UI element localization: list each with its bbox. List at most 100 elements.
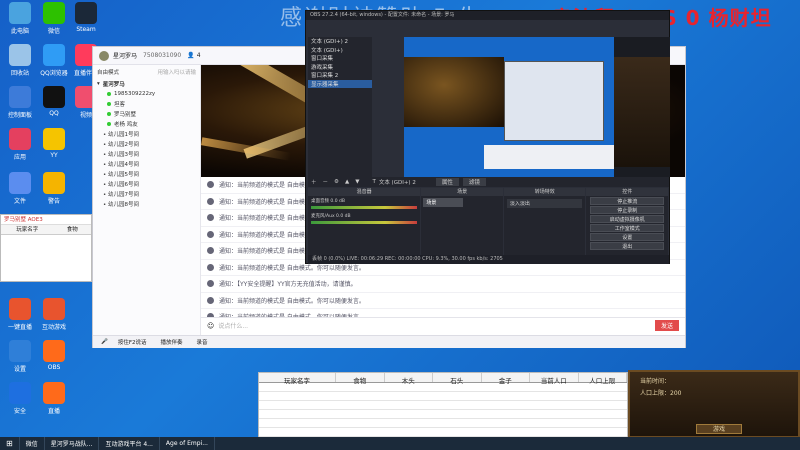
taskbar: ⊞ 微信 星河罗马战队... 互动游戏平台 4... Age of Empi...: [0, 437, 800, 450]
desktop-icon[interactable]: 控制面板: [2, 86, 38, 119]
mixer-track[interactable]: 麦克风/Aux 0.0 dB: [308, 211, 420, 226]
game-line: 当前时间：: [640, 378, 671, 385]
qq-icon: [43, 86, 65, 108]
obs-control-button[interactable]: 停止录制: [590, 206, 665, 214]
chat-input[interactable]: 说点什么...: [218, 321, 655, 330]
member-item[interactable]: 1985309222zy: [93, 89, 200, 99]
chat-input-area: ☺ 说点什么... 发送: [201, 317, 685, 333]
spreadsheet-header-cell: 石头: [433, 373, 482, 385]
bottom-spreadsheet: 玩家名字 食物 木头 石头 金子 当前人口 人口上限: [258, 372, 628, 438]
desktop-icon[interactable]: 应用: [2, 128, 38, 161]
subchannel-item[interactable]: • 幼儿园2号间: [93, 139, 200, 149]
obs-scene-item[interactable]: 文本 (GDI+): [308, 46, 372, 55]
down-icon[interactable]: ▼: [355, 179, 359, 185]
transition-select[interactable]: 淡入淡出: [506, 199, 583, 208]
subchannel-item[interactable]: • 幼儿园7号间: [93, 189, 200, 199]
filters-button[interactable]: 滤镜: [462, 178, 486, 186]
member-item[interactable]: 老杨 鸡友: [93, 119, 200, 129]
yy-icon: [43, 128, 65, 150]
desktop-icon[interactable]: 设置: [2, 340, 38, 373]
notice-icon: [207, 280, 214, 288]
push-to-talk-button[interactable]: 按住F2说话: [118, 338, 147, 346]
up-icon[interactable]: ▲: [345, 179, 349, 185]
desktop-icon-label: 警告: [47, 198, 60, 205]
obs-panel-title: 控件: [586, 188, 669, 196]
member-item[interactable]: 坦客: [93, 99, 200, 109]
spreadsheet-grid: [259, 383, 627, 437]
online-dot-icon: [107, 92, 111, 96]
obs-control-button[interactable]: 启动虚拟摄像机: [590, 215, 665, 223]
desktop-icon[interactable]: YY: [36, 128, 72, 159]
desktop-icon[interactable]: 此电脑: [2, 2, 38, 35]
taskbar-item[interactable]: 星河罗马战队...: [45, 437, 100, 450]
taskbar-item[interactable]: Age of Empi...: [160, 437, 215, 450]
mixer-track[interactable]: 桌面音频 0.0 dB: [308, 196, 420, 211]
notice-icon: [207, 296, 214, 304]
subchannel-item[interactable]: • 幼儿园1号间: [93, 129, 200, 139]
gear-icon[interactable]: ⚙: [334, 179, 339, 185]
mic-icon[interactable]: 🎤: [101, 339, 108, 345]
shield-icon: [9, 382, 31, 404]
channel-root[interactable]: ▾ 星河罗马: [93, 79, 200, 89]
subchannel-item[interactable]: • 幼儿园8号间: [93, 199, 200, 209]
record-button[interactable]: 录音: [197, 338, 208, 346]
desktop-icon-label: 一键直播: [7, 324, 32, 331]
settings-icon: [9, 340, 31, 362]
obs-scene-item[interactable]: 窗口采集: [308, 54, 372, 63]
desktop-icon[interactable]: 警告: [36, 172, 72, 205]
spreadsheet-header-cell: 金子: [482, 373, 530, 385]
send-button[interactable]: 发送: [654, 320, 679, 331]
viewer-count: 4: [196, 52, 201, 59]
remove-icon[interactable]: －: [323, 178, 329, 186]
desktop-icon[interactable]: 微信: [36, 2, 72, 35]
control-panel-icon: [9, 86, 31, 108]
mixer-track-label: 桌面音频 0.0 dB: [311, 199, 345, 204]
obs-scene-list: 文本 (GDI+) 2 文本 (GDI+) 窗口采集 游戏采集 窗口采集 2 显示器采集: [308, 37, 372, 177]
message-text: 通知：当前频道的模式是 自由模式。你可以随便发言。: [219, 264, 365, 272]
avatar[interactable]: [99, 50, 109, 61]
desktop-icon-label: 应用: [13, 154, 26, 161]
obs-control-button[interactable]: 退出: [590, 242, 665, 250]
subchannel-list: • 幼儿园1号间 • 幼儿园2号间 • 幼儿园3号间 • 幼儿园4号间 • 幼儿园5号间…: [93, 129, 200, 209]
obs-scene-item[interactable]: 窗口采集 2: [308, 71, 372, 80]
game-button[interactable]: 游戏: [696, 424, 742, 434]
obs-dock-panels: 混音器 桌面音频 0.0 dB 麦克风/Aux 0.0 dB 场景 场景 转场特效 淡入淡出…: [308, 188, 669, 255]
desktop-icon[interactable]: 安全: [2, 382, 38, 415]
notice-icon: [207, 247, 214, 255]
subchannel-item[interactable]: • 幼儿园4号间: [93, 159, 200, 169]
desktop-icon[interactable]: 直播: [36, 382, 72, 415]
obs-status-bar: 丢帧 0 (0.0%) LIVE: 00:06:29 REC: 00:00:00…: [308, 255, 669, 264]
subchannel-item[interactable]: • 幼儿园6号间: [93, 179, 200, 189]
taskbar-item[interactable]: 微信: [20, 437, 45, 450]
desktop-icon[interactable]: 回收站: [2, 44, 38, 77]
preview-video: [404, 57, 504, 127]
subchannel-item[interactable]: • 幼儿园5号间: [93, 169, 200, 179]
desktop-icon[interactable]: Steam: [68, 2, 104, 33]
spreadsheet-header-cell: 玩家名字: [259, 373, 336, 385]
obs-control-button[interactable]: 设置: [590, 233, 665, 241]
desktop-icon[interactable]: QQ: [36, 86, 72, 117]
obs-scene-selected[interactable]: 场景: [423, 198, 464, 207]
desktop-icon[interactable]: OBS: [36, 340, 72, 371]
taskbar-item[interactable]: 互动游戏平台 4...: [99, 437, 160, 450]
properties-button[interactable]: 属性: [435, 178, 459, 186]
obs-scene-item[interactable]: 显示器采集: [308, 79, 372, 88]
member-item[interactable]: 罗马别墅: [93, 109, 200, 119]
desktop-icon[interactable]: 文件: [2, 172, 38, 205]
obs-scene-item[interactable]: 游戏采集: [308, 63, 372, 72]
subchannel-item[interactable]: • 幼儿园3号间: [93, 149, 200, 159]
start-button[interactable]: ⊞: [0, 437, 20, 450]
emoji-icon[interactable]: ☺: [207, 322, 214, 330]
room-id: 7508031090: [143, 52, 182, 59]
desktop-icon[interactable]: QQ浏览器: [36, 44, 72, 77]
obs-scene-item[interactable]: 文本 (GDI+) 2: [308, 37, 372, 46]
obs-title-bar: OBS 27.2.4 (64-bit, windows) - 配置文件: 未命名…: [306, 11, 669, 20]
add-icon[interactable]: ＋: [311, 178, 317, 186]
music-button[interactable]: 播放伴奏: [161, 338, 183, 346]
desktop-icon[interactable]: 一键直播: [2, 298, 38, 331]
obs-control-button[interactable]: 停止推流: [590, 197, 665, 205]
recycle-bin-icon: [9, 44, 31, 66]
message-text: 通知：【YY安全提醒】YY官方无充值活动，请谨慎。: [219, 281, 357, 289]
obs-control-button[interactable]: 工作室模式: [590, 224, 665, 232]
desktop-icon[interactable]: 互动游戏: [36, 298, 72, 331]
